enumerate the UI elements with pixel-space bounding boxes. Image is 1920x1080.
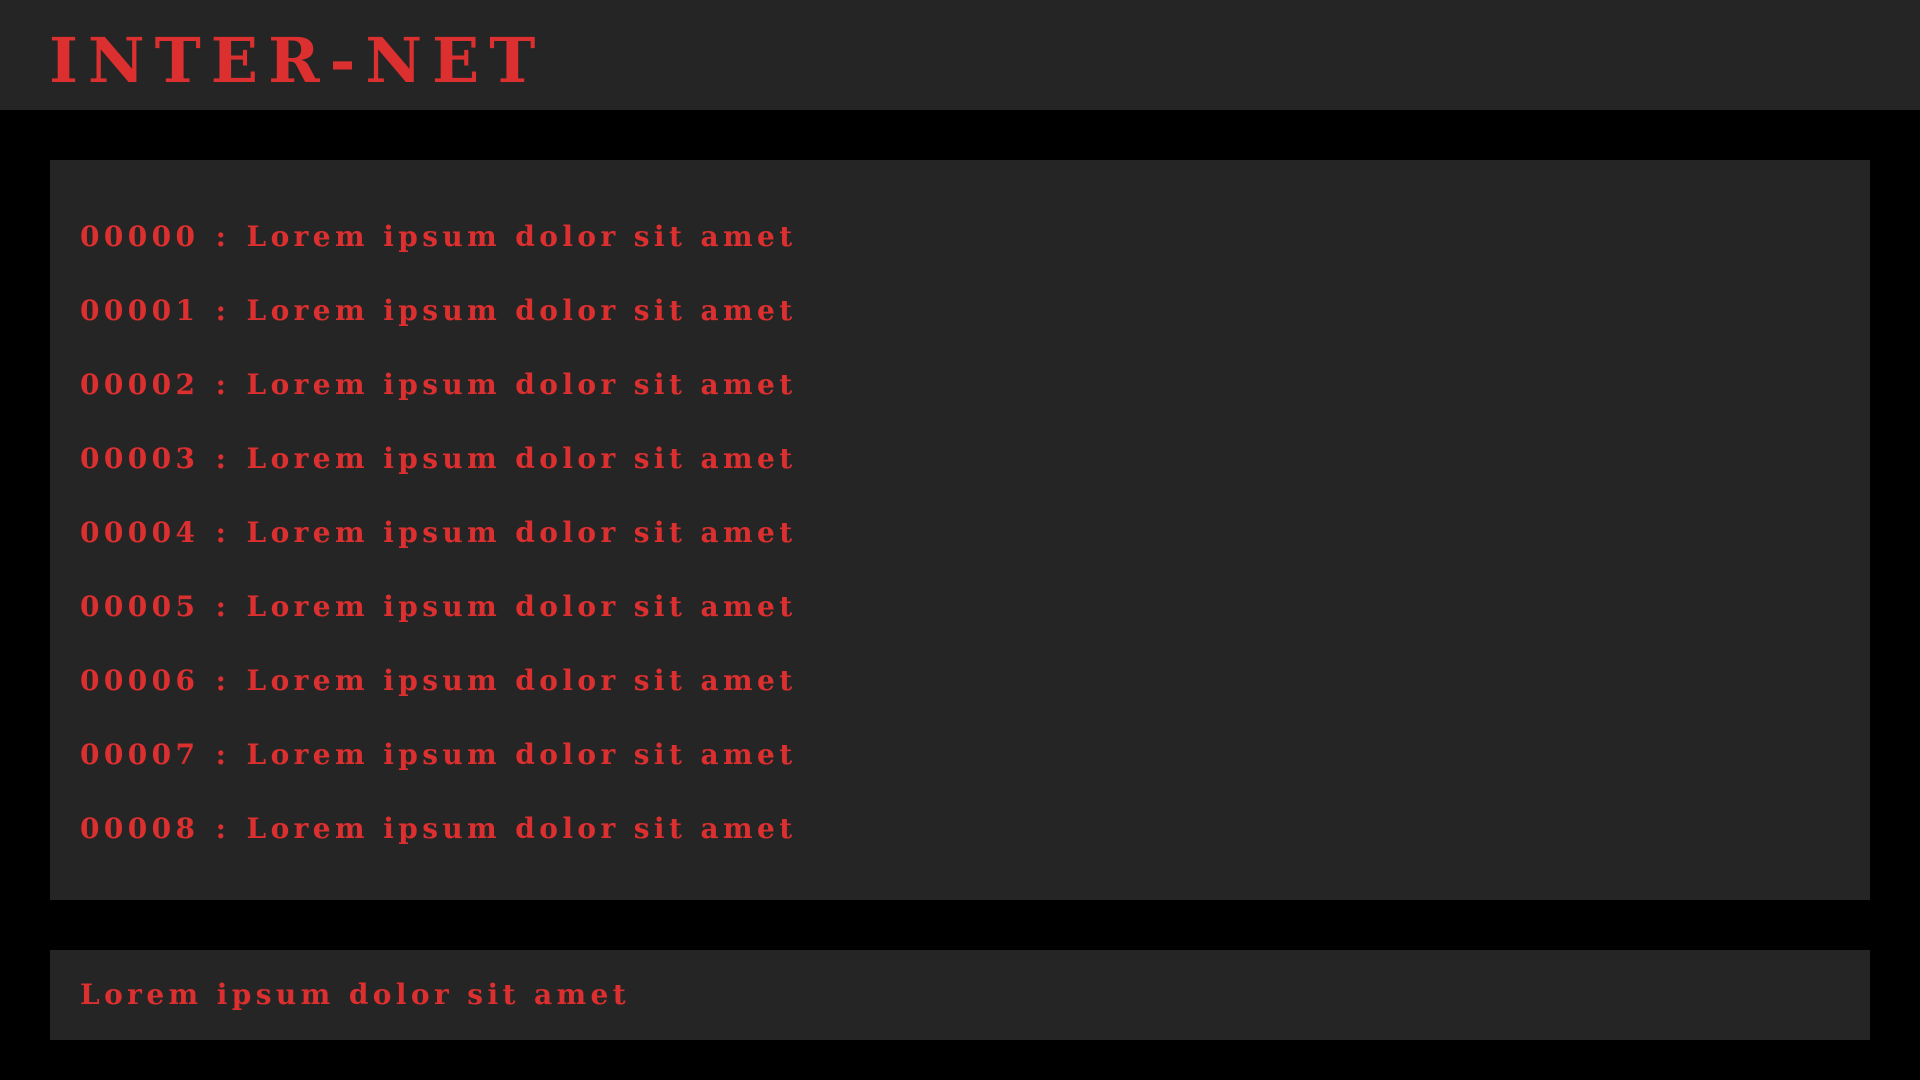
log-entry-text: Lorem ipsum dolor sit amet — [246, 812, 797, 845]
log-entry: 00002 : Lorem ipsum dolor sit amet — [80, 362, 797, 436]
log-entry-id: 00004 — [80, 516, 200, 549]
log-entry-id: 00005 — [80, 590, 200, 623]
log-entry-separator: : — [215, 664, 231, 697]
log-entry-text: Lorem ipsum dolor sit amet — [246, 738, 797, 771]
log-entry-id: 00006 — [80, 664, 200, 697]
log-entry-id: 00002 — [80, 368, 200, 401]
log-list: 00000 : Lorem ipsum dolor sit amet 00001… — [80, 214, 797, 880]
log-entry-separator: : — [215, 442, 231, 475]
command-input-text[interactable]: Lorem ipsum dolor sit amet — [80, 972, 630, 1018]
log-entry: 00005 : Lorem ipsum dolor sit amet — [80, 584, 797, 658]
log-entry-text: Lorem ipsum dolor sit amet — [246, 590, 797, 623]
log-panel: 00000 : Lorem ipsum dolor sit amet 00001… — [50, 160, 1870, 900]
log-entry: 00006 : Lorem ipsum dolor sit amet — [80, 658, 797, 732]
log-entry-separator: : — [215, 516, 231, 549]
log-entry-separator: : — [215, 738, 231, 771]
log-entry: 00007 : Lorem ipsum dolor sit amet — [80, 732, 797, 806]
log-entry-separator: : — [215, 220, 231, 253]
log-entry-text: Lorem ipsum dolor sit amet — [246, 664, 797, 697]
log-entry-id: 00001 — [80, 294, 200, 327]
log-entry: 00008 : Lorem ipsum dolor sit amet — [80, 806, 797, 880]
log-entry-id: 00000 — [80, 220, 200, 253]
log-entry-separator: : — [215, 590, 231, 623]
log-entry-text: Lorem ipsum dolor sit amet — [246, 516, 797, 549]
log-entry: 00003 : Lorem ipsum dolor sit amet — [80, 436, 797, 510]
log-entry: 00001 : Lorem ipsum dolor sit amet — [80, 288, 797, 362]
log-entry-text: Lorem ipsum dolor sit amet — [246, 368, 797, 401]
log-entry-separator: : — [215, 294, 231, 327]
log-entry-text: Lorem ipsum dolor sit amet — [246, 442, 797, 475]
app-title: INTER-NET — [49, 24, 546, 97]
log-entry: 00004 : Lorem ipsum dolor sit amet — [80, 510, 797, 584]
log-entry-separator: : — [215, 812, 231, 845]
log-entry-text: Lorem ipsum dolor sit amet — [246, 220, 797, 253]
log-entry-id: 00008 — [80, 812, 200, 845]
log-entry: 00000 : Lorem ipsum dolor sit amet — [80, 214, 797, 288]
log-entry-separator: : — [215, 368, 231, 401]
log-entry-id: 00003 — [80, 442, 200, 475]
command-input-bar[interactable]: Lorem ipsum dolor sit amet — [50, 950, 1870, 1040]
app-header: INTER-NET — [0, 0, 1920, 110]
log-entry-text: Lorem ipsum dolor sit amet — [246, 294, 797, 327]
log-entry-id: 00007 — [80, 738, 200, 771]
